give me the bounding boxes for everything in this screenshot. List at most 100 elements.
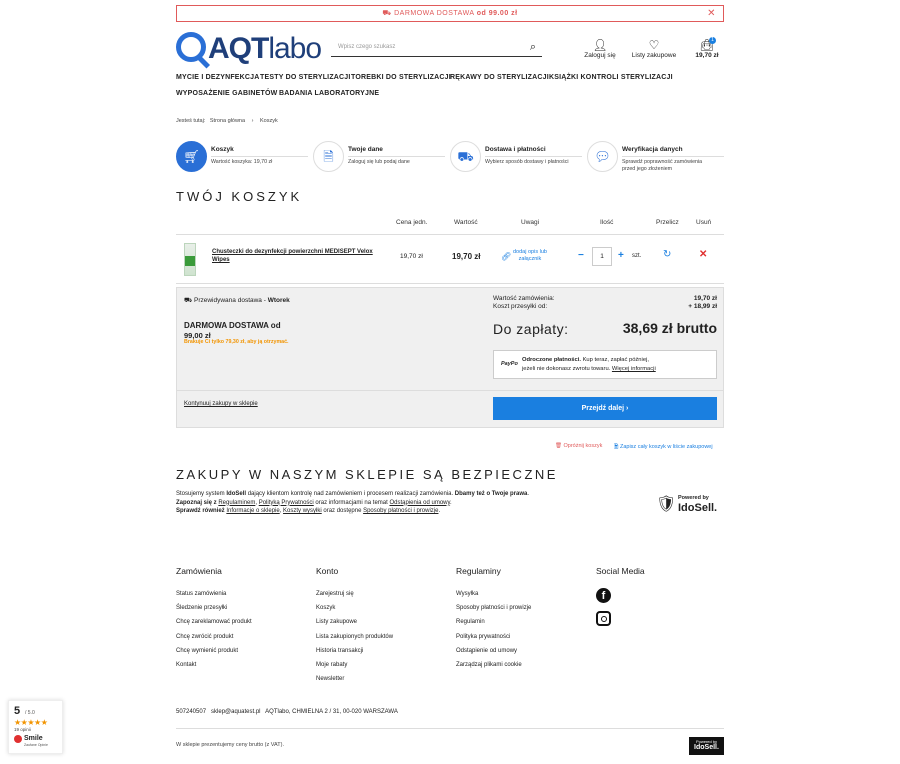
delivery-day: Wtorek [267,297,290,304]
rating-out-of: / 5.0 [25,710,35,716]
rating-badge[interactable]: 5 / 5.0 ★★★★★ 19 opinii Smile Zaufane Op… [8,700,63,754]
footer-link[interactable]: Regulamin [456,615,586,629]
col-value: Wartość [454,219,478,226]
idosell-badge[interactable]: Powered by IdoSell. [689,737,724,755]
footer-link[interactable]: Historia transakcji [316,644,446,658]
truck-icon: ⛟ [184,297,193,304]
save-list-label: Zapisz cały koszyk w liście zakupowej [619,444,713,450]
shipping-cost: + 18,99 zł [688,303,717,310]
paypo-text: Odroczone płatności. Kup teraz, zapłać p… [522,356,656,374]
close-icon[interactable]: ✕ [707,6,716,21]
truck-icon: ⛟ [450,141,481,172]
quantity-input[interactable]: 1 [592,247,612,266]
safe-shopping-title: ZAKUPY W NASZYM SKLEPIE SĄ BEZPIECZNE [176,467,558,482]
step-cart-title: Koszyk [211,146,234,153]
remove-icon[interactable]: ✕ [699,249,707,260]
login-button[interactable]: 👤︎ Zaloguj się [580,38,620,59]
search-icon[interactable]: ⌕ [530,41,536,54]
increase-button[interactable]: + [618,250,624,261]
footer-link[interactable]: Zarejestruj się [316,587,446,601]
shipping-costs-link[interactable]: Koszty wysyłki [283,508,322,514]
add-note-line-1: dodaj opis lub [513,249,547,255]
nav-item-badania[interactable]: BADANIA LABORATORYJNE [279,90,379,97]
step-data-desc: Zaloguj się lub podaj dane [348,159,410,165]
logo-aqt: AQT [208,32,269,65]
clear-cart-link[interactable]: 🗑︎ Opróżnij koszyk [555,443,602,449]
footer-link[interactable]: Kontakt [176,658,306,672]
footer-link[interactable]: Lista zakupionych produktów [316,630,446,644]
footer-link[interactable]: Polityka prywatności [456,630,586,644]
payment-methods-link[interactable]: Sposoby płatności i prowizje [363,508,438,514]
save-list-link[interactable]: 🗎 Zapisz cały koszyk w liście zakupowej [614,443,713,452]
search-placeholder: Wpisz czego szukasz [338,44,396,50]
safe-text: dający klientom kontrolę nad zamówieniem… [246,491,455,497]
instagram-icon[interactable] [596,611,611,626]
decrease-button[interactable]: − [578,250,584,261]
add-note-link[interactable]: dodaj opis lub załącznik [513,249,547,263]
footer-link[interactable]: Wysyłka [456,587,586,601]
facebook-icon[interactable]: f [596,588,611,603]
nav-item-mycie[interactable]: MYCIE I DEZYNFEKCJA [176,74,260,81]
footer-link[interactable]: Newsletter [316,672,446,686]
product-name[interactable]: Chusteczki do dezynfekcji powierzchni ME… [212,248,387,264]
paypo-text-2: jeżeli nie dokonasz zwrotu towaru. [522,366,611,372]
footer-link[interactable]: Status zamówienia [176,587,306,601]
nav-item-wyposazenie[interactable]: WYPOSAŻENIE GABINETÓW [176,90,277,97]
privacy-link[interactable]: Polityką Prywatności [259,500,314,506]
wishlist-label: Listy zakupowe [631,52,677,59]
cart-button[interactable]: 👜︎ 1 19,70 zł [690,37,724,59]
nav-item-rekawy[interactable]: RĘKAWY DO STERYLIZACJI [450,74,549,81]
rating-count: 19 opinii [14,727,31,732]
delivery-prefix: Przewidywana dostawa - [194,297,266,304]
nav-item-testy[interactable]: TESTY DO STERYLIZACJI [260,74,351,81]
paypo-logo: PayPo [501,361,518,367]
paypo-more-link[interactable]: Więcej informacji [612,366,656,372]
product-name-line-1: Chusteczki do dezynfekcji powierzchni ME… [212,249,373,255]
recalc-icon[interactable]: ↻ [663,249,671,260]
logo[interactable]: AQTlabo [176,28,322,66]
footer-link[interactable]: Chcę wymienić produkt [176,644,306,658]
login-label: Zaloguj się [584,52,616,59]
footer-link[interactable]: Listy zakupowe [316,615,446,629]
link-icon[interactable]: 🔗︎ [501,252,511,261]
footer-col-title: Regulaminy [456,566,501,576]
footer-col-social: Social Media [596,566,724,587]
footer-link[interactable]: Zarządzaj plikami cookie [456,658,586,672]
footer-link[interactable]: Sposoby płatności i prowizje [456,601,586,615]
wishlist-button[interactable]: ♡ Listy zakupowe [630,38,678,59]
footer-link[interactable]: Chcę zareklamować produkt [176,615,306,629]
footer-link[interactable]: Śledzenie przesyłki [176,601,306,615]
safe-text: . [450,499,452,506]
next-button[interactable]: Przejdź dalej › [493,397,717,420]
footer-col-orders: Zamówienia Status zamówienia Śledzenie p… [176,566,306,672]
footer-link[interactable]: Chcę zwrócić produkt [176,630,306,644]
paypo-text-1: Kup teraz, zapłać później, [580,357,649,363]
clear-cart-label: Opróżnij koszyk [563,443,603,449]
footer-link[interactable]: Moje rabaty [316,658,446,672]
breadcrumb-home[interactable]: Strona główna [210,118,245,124]
footer-link[interactable]: Odstąpienie od umowy [456,644,586,658]
search-input[interactable]: Wpisz czego szukasz ⌕ [331,38,542,57]
table-row: Chusteczki do dezynfekcji powierzchni ME… [176,234,724,284]
safe-text: Dbamy też o Twoje prawa [454,491,528,497]
chevron-right-icon: › [251,118,254,124]
col-recalc: Przelicz [656,219,679,226]
step-data-title: Twoje dane [348,146,383,153]
footer-col-rules: Regulaminy Wysyłka Sposoby płatności i p… [456,566,586,672]
safe-shopping-text: Stosujemy system IdoSell dający klientom… [176,490,636,516]
add-note-line-2: załącznik [518,256,542,262]
safe-text: Sprawdź również [176,508,227,514]
chat-icon: 💬︎ [587,141,618,172]
regulamin-link[interactable]: Regulaminem [218,500,255,506]
safe-text: Stosujemy system [176,491,227,497]
continue-shopping-link[interactable]: Kontynuuj zakupy w sklepie [184,401,258,407]
product-image[interactable] [184,243,196,276]
bag-icon: 👜︎ [699,38,715,52]
nav-item-torebki[interactable]: TOREBKI DO STERYLIZACJI [351,74,451,81]
col-remove: Usuń [696,219,712,226]
shop-info-link[interactable]: Informacje o sklepie [226,508,279,514]
footer-link[interactable]: Koszyk [316,601,446,615]
withdrawal-link[interactable]: Odstąpienia od umowy [389,500,450,506]
nav-item-ksiazki[interactable]: KSIĄŻKI KONTROLI STERYLIZACJI [549,74,673,81]
safe-text: Zapoznaj się z [176,499,219,506]
